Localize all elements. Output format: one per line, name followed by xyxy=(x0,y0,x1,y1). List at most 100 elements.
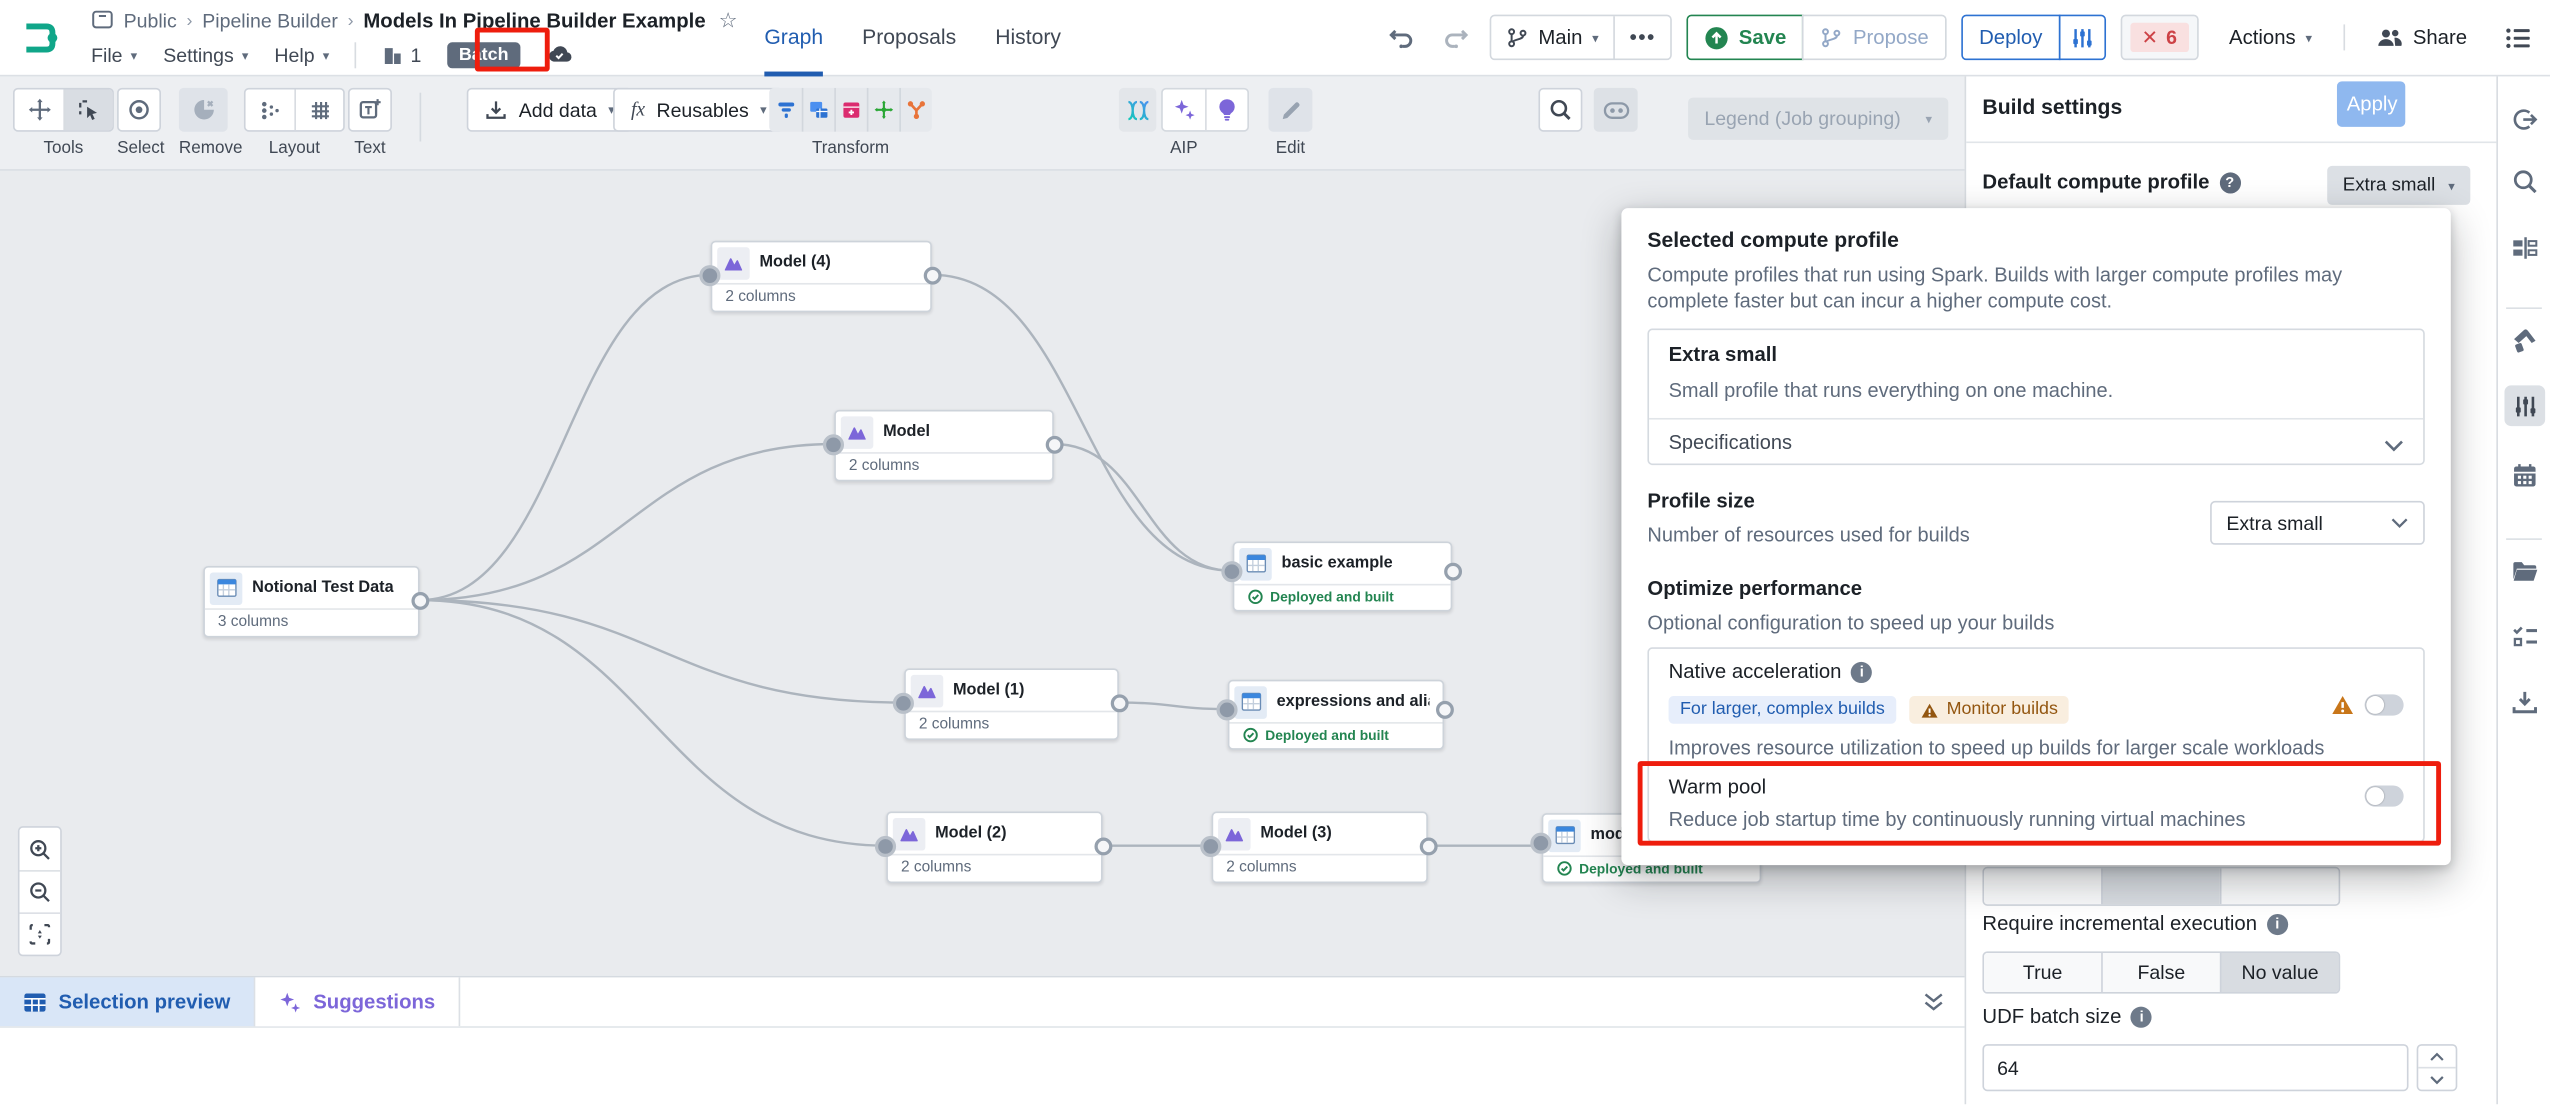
select-target-button[interactable] xyxy=(117,88,161,132)
graph-node[interactable]: basic exampleDeployed and built xyxy=(1233,542,1453,612)
actions-menu-button[interactable]: Actions▾ xyxy=(2213,15,2328,61)
favorite-star-icon[interactable]: ☆ xyxy=(719,8,738,34)
graph-node[interactable]: Notional Test Data3 columns xyxy=(203,566,419,638)
node-input-port[interactable] xyxy=(893,692,914,713)
tab-suggestions[interactable]: Suggestions xyxy=(255,977,460,1026)
save-button[interactable]: Save xyxy=(1687,15,1804,61)
aip-suggest-button[interactable] xyxy=(1205,89,1247,130)
node-input-port[interactable] xyxy=(1216,698,1237,719)
chevron-down-icon[interactable] xyxy=(2384,431,2404,460)
help-menu[interactable]: Help▾ xyxy=(274,44,329,67)
zoom-out-button[interactable] xyxy=(20,870,61,912)
search-rail-icon[interactable] xyxy=(2504,161,2545,202)
node-output-port[interactable] xyxy=(1443,562,1461,580)
date-transform-button[interactable] xyxy=(834,88,867,132)
build-hammer-icon[interactable] xyxy=(2504,320,2545,361)
remove-button[interactable] xyxy=(179,88,228,132)
branch-more-button[interactable]: ••• xyxy=(1613,16,1670,58)
edit-button[interactable] xyxy=(1268,88,1312,132)
tab-graph[interactable]: Graph xyxy=(764,0,823,76)
tab-selection-preview[interactable]: Selection preview xyxy=(0,977,255,1026)
warm-pool-toggle[interactable] xyxy=(2365,785,2404,806)
node-output-port[interactable] xyxy=(1110,694,1128,712)
reusables-button[interactable]: fx Reusables▾ xyxy=(613,88,784,132)
error-count-button[interactable]: ✕6 xyxy=(2120,15,2198,61)
node-output-port[interactable] xyxy=(1094,837,1112,855)
node-input-port[interactable] xyxy=(875,835,896,856)
select-tool-button[interactable] xyxy=(63,89,112,130)
move-tool-button[interactable] xyxy=(15,89,64,130)
search-button[interactable] xyxy=(1538,88,1582,132)
layout-columns-icon[interactable] xyxy=(2504,228,2545,269)
cloud-sync-icon[interactable] xyxy=(546,41,572,69)
breadcrumb-root[interactable]: Public xyxy=(124,10,177,33)
aip-generate-button[interactable] xyxy=(1163,89,1205,130)
schedule-calendar-icon[interactable] xyxy=(2504,455,2545,496)
add-data-button[interactable]: Add data▾ xyxy=(467,88,633,132)
info-icon[interactable]: i xyxy=(2267,913,2288,934)
graph-node[interactable]: Model2 columns xyxy=(834,410,1054,482)
graph-node[interactable]: Model (1)2 columns xyxy=(904,668,1119,740)
segment-option[interactable] xyxy=(2101,868,2220,904)
tab-history[interactable]: History xyxy=(995,0,1061,76)
stepper-down-button[interactable] xyxy=(2418,1067,2455,1090)
properties-list-button[interactable] xyxy=(2498,18,2537,57)
add-text-button[interactable] xyxy=(348,88,392,132)
breadcrumb-section[interactable]: Pipeline Builder xyxy=(202,10,338,33)
node-output-port[interactable] xyxy=(1045,435,1063,453)
info-icon[interactable]: i xyxy=(2131,1006,2152,1027)
zoom-fit-button[interactable] xyxy=(20,912,61,954)
segment-option[interactable] xyxy=(2220,868,2339,904)
propose-button[interactable]: Propose xyxy=(1803,15,1947,61)
node-input-port[interactable] xyxy=(1530,832,1551,853)
profile-size-select[interactable]: Extra small xyxy=(2210,501,2425,545)
undo-button[interactable] xyxy=(1382,18,1421,57)
join-transform-button[interactable] xyxy=(802,88,835,132)
pivot-transform-button[interactable] xyxy=(867,88,900,132)
checklist-icon[interactable] xyxy=(2504,616,2545,657)
option-true[interactable]: True xyxy=(1984,953,2101,992)
settings-menu[interactable]: Settings▾ xyxy=(163,44,248,67)
branch-picker[interactable]: Main ▾ xyxy=(1491,16,1613,58)
option-no-value[interactable]: No value xyxy=(2220,953,2339,992)
deploy-button[interactable]: Deploy xyxy=(1961,15,2060,61)
deploy-settings-button[interactable] xyxy=(2059,15,2106,61)
stepper-up-button[interactable] xyxy=(2418,1046,2455,1067)
file-menu[interactable]: File▾ xyxy=(91,44,137,67)
collapse-bottom-panel-icon[interactable] xyxy=(1922,990,1945,1021)
graph-node[interactable]: Model (2)2 columns xyxy=(886,812,1102,884)
export-download-icon[interactable] xyxy=(2504,681,2545,722)
batch-mode-badge[interactable]: Batch xyxy=(447,42,519,68)
specifications-toggle[interactable]: Specifications xyxy=(1669,431,1792,454)
filter-transform-button[interactable] xyxy=(769,88,802,132)
option-false[interactable]: False xyxy=(2101,953,2220,992)
collapse-panel-icon[interactable] xyxy=(2504,99,2545,140)
node-output-port[interactable] xyxy=(1435,700,1453,718)
node-input-port[interactable] xyxy=(1221,560,1242,581)
node-output-port[interactable] xyxy=(411,591,429,609)
preview-toggle-icon[interactable] xyxy=(1594,88,1638,132)
udf-batch-size-input[interactable] xyxy=(1982,1044,2408,1091)
union-transform-button[interactable] xyxy=(899,88,932,132)
folder-icon[interactable] xyxy=(2504,551,2545,592)
redo-button[interactable] xyxy=(1436,18,1475,57)
node-output-port[interactable] xyxy=(1419,837,1437,855)
graph-node[interactable]: Model (3)2 columns xyxy=(1212,812,1428,884)
help-icon[interactable]: ? xyxy=(2219,172,2240,193)
native-acceleration-toggle[interactable] xyxy=(2365,694,2404,715)
node-input-port[interactable] xyxy=(1200,835,1221,856)
apply-button[interactable]: Apply xyxy=(2337,81,2405,127)
legend-dropdown[interactable]: Legend (Job grouping)▾ xyxy=(1688,98,1948,140)
graph-node[interactable]: Model (4)2 columns xyxy=(711,241,932,313)
node-input-port[interactable] xyxy=(699,264,720,285)
build-settings-sliders-icon[interactable] xyxy=(2504,385,2545,426)
resource-count[interactable]: 1 xyxy=(383,44,422,67)
graph-node[interactable]: expressions and aliasingDeployed and bui… xyxy=(1228,680,1444,750)
segment-option[interactable] xyxy=(1984,868,2101,904)
auto-layout-button[interactable] xyxy=(246,89,295,130)
node-input-port[interactable] xyxy=(823,433,844,454)
tab-proposals[interactable]: Proposals xyxy=(862,0,956,76)
info-icon[interactable]: i xyxy=(1851,661,1872,682)
share-button[interactable]: Share xyxy=(2359,15,2483,61)
zoom-in-button[interactable] xyxy=(20,828,61,870)
